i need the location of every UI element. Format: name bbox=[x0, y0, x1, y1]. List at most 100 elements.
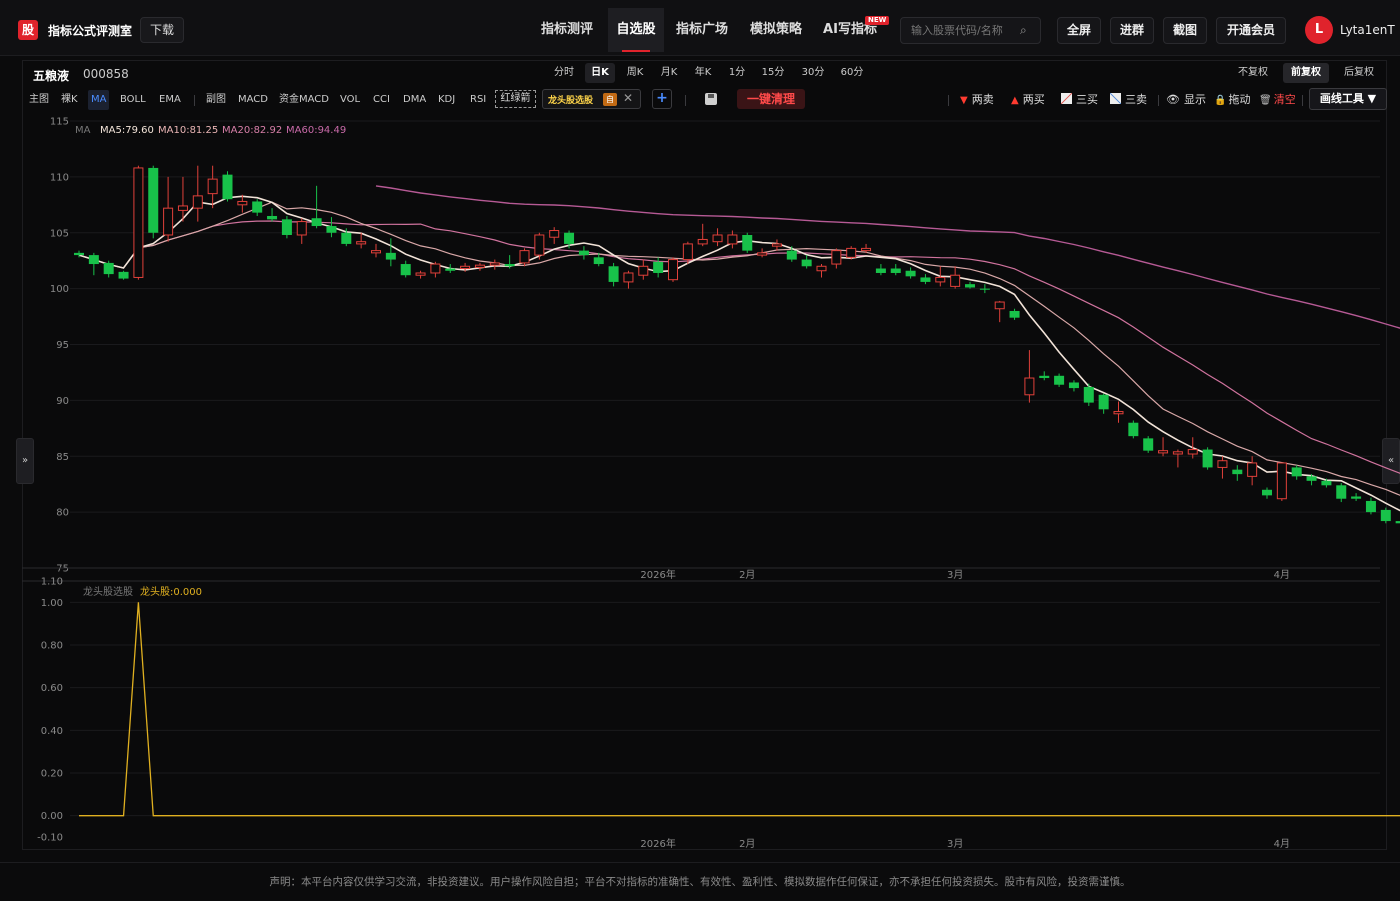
candle-body bbox=[1365, 500, 1376, 513]
candle-body bbox=[1158, 450, 1169, 454]
candle-body bbox=[890, 268, 901, 273]
x-tick-label: 2月 bbox=[739, 569, 755, 581]
candle-body bbox=[534, 234, 545, 256]
candle-body bbox=[950, 274, 961, 287]
candle-body bbox=[816, 265, 827, 272]
ma5-line bbox=[78, 195, 1400, 512]
sub-y-tick-label: 0.20 bbox=[41, 769, 63, 780]
sub-indicator-name: 龙头股选股 bbox=[83, 587, 133, 598]
candle-body bbox=[1351, 496, 1362, 499]
y-tick-label: 85 bbox=[56, 452, 69, 463]
sub-y-tick-label: 0.80 bbox=[41, 641, 63, 652]
candle-body bbox=[1098, 394, 1109, 410]
candle-body bbox=[1143, 438, 1154, 451]
candle-body bbox=[1276, 462, 1287, 500]
candle-body bbox=[371, 250, 381, 254]
candle-body bbox=[103, 262, 114, 275]
y-tick-label: 90 bbox=[56, 396, 69, 407]
candle-body bbox=[593, 257, 604, 265]
candle-body bbox=[1068, 382, 1079, 389]
candle-body bbox=[1306, 476, 1317, 481]
candle-body bbox=[519, 250, 530, 264]
candle-body bbox=[1247, 462, 1258, 477]
candle-body bbox=[1054, 375, 1065, 385]
candle-body bbox=[237, 200, 248, 206]
candle-body bbox=[994, 301, 1005, 310]
candle-body bbox=[460, 265, 471, 270]
sub-y-tick-label: 0.60 bbox=[41, 683, 63, 694]
x-tick-label: 3月 bbox=[947, 569, 963, 581]
candle-body bbox=[1128, 422, 1139, 437]
candle-body bbox=[504, 264, 515, 267]
candle-body bbox=[1336, 485, 1347, 499]
candle-body bbox=[222, 174, 233, 200]
sub-y-tick-label: 1.10 bbox=[41, 577, 63, 588]
candle-body bbox=[1202, 449, 1213, 468]
candle-body bbox=[875, 268, 886, 273]
candle-body bbox=[1291, 467, 1302, 477]
candle-body bbox=[445, 268, 456, 271]
x-tick-label: 2月 bbox=[739, 838, 755, 850]
candle-body bbox=[326, 226, 337, 233]
sub-y-tick-label: 0.00 bbox=[41, 811, 63, 822]
sub-y-tick-label: -0.10 bbox=[37, 833, 63, 844]
candle-body bbox=[489, 262, 500, 266]
candle-body bbox=[281, 219, 292, 235]
candle-body bbox=[163, 207, 174, 236]
candle-body bbox=[653, 261, 664, 273]
candle-body bbox=[801, 259, 812, 267]
leader-stock-line bbox=[79, 602, 1400, 817]
candle-body bbox=[1009, 310, 1020, 318]
candle-body bbox=[682, 243, 693, 261]
candle-body bbox=[831, 250, 842, 265]
ma20-legend: MA20:82.92 bbox=[222, 125, 283, 136]
x-tick-label: 2026年 bbox=[640, 568, 675, 581]
candle-body bbox=[668, 259, 678, 281]
candle-body bbox=[88, 255, 99, 265]
ma-legend-title: MA bbox=[75, 125, 91, 136]
candle-body bbox=[430, 263, 441, 274]
candle-body bbox=[727, 234, 738, 245]
candle-body bbox=[311, 218, 322, 227]
candle-body bbox=[74, 252, 84, 256]
candle-body bbox=[267, 215, 278, 220]
candle-body bbox=[415, 272, 426, 276]
candle-body bbox=[757, 252, 768, 256]
x-tick-label: 2026年 bbox=[640, 837, 675, 850]
candle-body bbox=[192, 195, 203, 209]
ma5-legend: MA5:79.60 bbox=[100, 125, 154, 136]
y-tick-label: 105 bbox=[50, 228, 69, 239]
candle-body bbox=[638, 265, 649, 276]
candle-body bbox=[252, 201, 263, 213]
sub-y-tick-label: 1.00 bbox=[41, 598, 63, 609]
candle-body bbox=[400, 264, 411, 276]
candle-body bbox=[474, 264, 485, 268]
disclaimer: 声明：本平台内容仅供学习交流，非投资建议。用户操作风险自担；平台不对指标的准确性… bbox=[0, 862, 1400, 900]
candle-body bbox=[786, 250, 797, 260]
candle-body bbox=[623, 272, 634, 283]
candle-body bbox=[608, 266, 619, 282]
ma20-line bbox=[78, 220, 1400, 474]
candle-body bbox=[207, 178, 218, 195]
y-tick-label: 115 bbox=[50, 117, 69, 128]
x-tick-label: 4月 bbox=[1274, 838, 1290, 850]
candle-body bbox=[1113, 411, 1124, 415]
ma10-legend: MA10:81.25 bbox=[158, 125, 219, 136]
candle-body bbox=[1380, 509, 1391, 522]
ma10-line bbox=[78, 201, 1400, 496]
candle-body bbox=[697, 238, 708, 245]
candle-body bbox=[1321, 480, 1332, 486]
candle-body bbox=[846, 247, 857, 258]
candle-body bbox=[861, 247, 872, 252]
y-tick-label: 95 bbox=[56, 340, 69, 351]
candle-body bbox=[742, 234, 753, 251]
candle-body bbox=[712, 234, 723, 243]
candle-body bbox=[965, 284, 975, 288]
candle-body bbox=[549, 230, 560, 238]
y-tick-label: 75 bbox=[56, 564, 69, 575]
candle-body bbox=[1039, 375, 1050, 379]
candle-body bbox=[118, 271, 129, 279]
candle-body bbox=[148, 167, 159, 233]
y-tick-label: 80 bbox=[56, 508, 69, 519]
candle-body bbox=[935, 276, 946, 283]
